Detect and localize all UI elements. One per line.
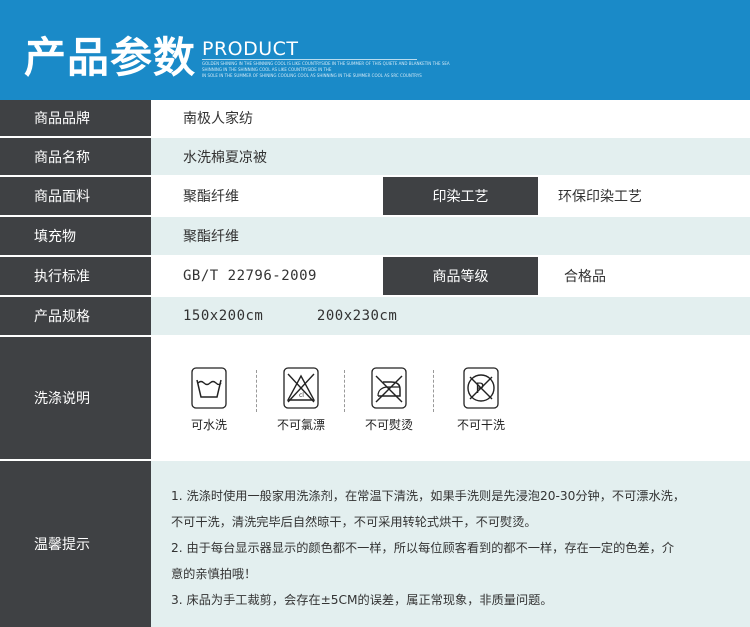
param-label: 商品面料	[0, 177, 151, 215]
care-separator	[344, 370, 345, 412]
care-icons-cell: 可水洗 cl 不可氯漂 不可熨烫 不可干洗	[151, 337, 750, 459]
care-caption: 不可熨烫	[364, 418, 413, 432]
param-value-cell: 南极人家纺	[151, 100, 750, 136]
param-label-secondary: 印染工艺	[383, 177, 538, 215]
washing-tub-icon	[191, 367, 227, 409]
care-item-no-bleach: cl 不可氯漂	[261, 367, 341, 433]
param-label: 商品名称	[0, 138, 151, 175]
care-label: 洗涤说明	[0, 337, 151, 459]
param-row-filling: 填充物 聚酯纤维	[0, 217, 750, 257]
header-fine-print-1: GOLDEN SHINING IN THE SHINNING COOL IS L…	[202, 61, 450, 66]
header-fine-print-2: SHINNING IN THE SHINNING COOL AS LIKE CO…	[202, 67, 332, 72]
care-caption: 可水洗	[190, 418, 227, 432]
tips-line: 2. 由于每台显示器显示的颜色都不一样，所以每位顾客看到的都不一样，存在一定的色…	[171, 541, 675, 555]
care-item-no-dry-clean: P 不可干洗	[441, 367, 521, 433]
header-title-en: PRODUCT	[202, 38, 299, 60]
no-dry-clean-icon: P	[463, 367, 499, 409]
param-label: 执行标准	[0, 257, 151, 295]
care-separator	[433, 370, 434, 412]
care-item-wash: 可水洗	[169, 367, 249, 433]
tips-line: 3. 床品为手工裁剪，会存在±5CM的误差，属正常现象，非质量问题。	[171, 593, 553, 607]
tips-text: 1. 洗涤时使用一般家用洗涤剂，在常温下清洗，如果手洗则是先浸泡20-30分钟，…	[171, 483, 726, 613]
care-item-no-iron: 不可熨烫	[349, 367, 429, 433]
no-bleach-icon: cl	[283, 367, 319, 409]
header-fine-print-3: IN SOLE IN THE SUMMER OF SHINING COOLING…	[202, 73, 422, 78]
param-row-standard: 执行标准 GB/T 22796-2009 商品等级 合格品	[0, 257, 750, 297]
tips-cell: 1. 洗涤时使用一般家用洗涤剂，在常温下清洗，如果手洗则是先浸泡20-30分钟，…	[151, 461, 750, 627]
param-value: 水洗棉夏凉被	[183, 149, 267, 166]
param-value: GB/T 22796-2009	[183, 268, 317, 284]
tips-line: 不可干洗，清洗完毕后自然晾干，不可采用转轮式烘干，不可熨烫。	[171, 515, 537, 529]
tips-label: 温馨提示	[0, 461, 151, 627]
param-value-cell: 150x200cm 200x230cm	[151, 297, 750, 335]
header-banner: 产品参数 PRODUCT GOLDEN SHINING IN THE SHINN…	[0, 0, 750, 100]
param-label: 产品规格	[0, 297, 151, 335]
param-row-fabric: 商品面料 聚酯纤维 印染工艺 环保印染工艺	[0, 177, 750, 217]
care-caption: 不可干洗	[456, 418, 505, 432]
no-iron-icon	[371, 367, 407, 409]
param-value: 聚酯纤维	[183, 189, 239, 205]
param-label-secondary: 商品等级	[383, 257, 538, 295]
tips-line: 意的亲慎拍哦！	[171, 567, 257, 581]
param-value: 聚酯纤维	[183, 229, 239, 245]
param-value-secondary: 合格品	[564, 269, 606, 285]
header-rule	[202, 59, 417, 60]
param-value-cell: 水洗棉夏凉被	[151, 138, 750, 175]
svg-text:cl: cl	[299, 392, 304, 399]
tips-line: 1. 洗涤时使用一般家用洗涤剂，在常温下清洗，如果手洗则是先浸泡20-30分钟，…	[171, 489, 686, 503]
care-caption: 不可氯漂	[276, 418, 325, 432]
param-label: 填充物	[0, 217, 151, 255]
param-row-name: 商品名称 水洗棉夏凉被	[0, 138, 750, 177]
param-value-cell: 聚酯纤维	[151, 217, 750, 255]
param-value-secondary: 环保印染工艺	[558, 189, 642, 205]
param-value: 南极人家纺	[183, 111, 253, 127]
param-value: 150x200cm 200x230cm	[183, 308, 398, 324]
tips-row: 温馨提示 1. 洗涤时使用一般家用洗涤剂，在常温下清洗，如果手洗则是先浸泡20-…	[0, 461, 750, 627]
param-label: 商品品牌	[0, 100, 151, 136]
care-separator	[256, 370, 257, 412]
param-row-brand: 商品品牌 南极人家纺	[0, 100, 750, 138]
header-title-cn: 产品参数	[24, 33, 197, 82]
care-row: 洗涤说明 可水洗 cl 不可氯漂 不可熨烫 不可干洗	[0, 337, 750, 461]
param-row-size: 产品规格 150x200cm 200x230cm	[0, 297, 750, 337]
